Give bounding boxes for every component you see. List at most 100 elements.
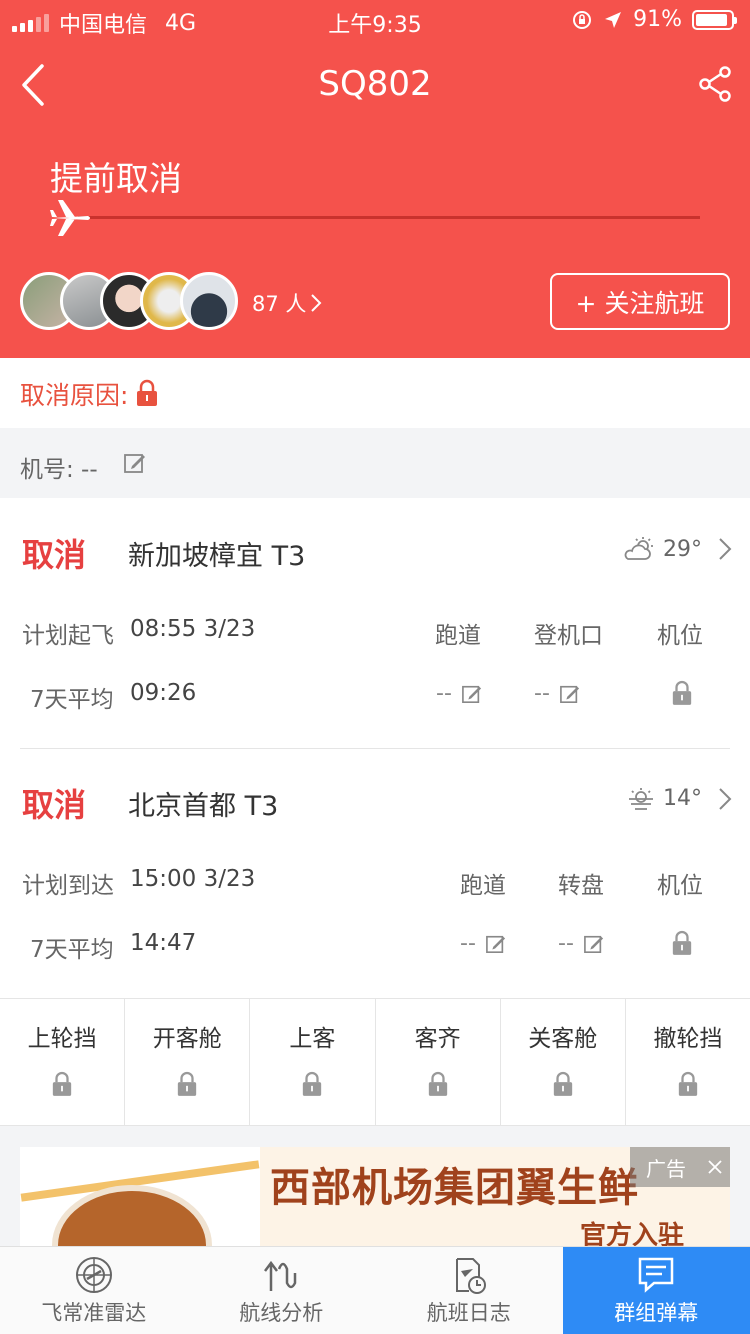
- step-label: 关客舱: [528, 1026, 598, 1052]
- flight-header: 中国电信 4G 上午9:35 91% SQ802 提前取消 87 人 + 关注航…: [0, 0, 750, 358]
- arrival-avg-time: 14:47: [130, 930, 197, 956]
- follower-avatars[interactable]: [20, 272, 240, 332]
- edit-icon: [559, 685, 579, 703]
- cancel-reason-label: 取消原因:: [20, 381, 129, 410]
- departure-stand-head: 机位: [657, 623, 703, 649]
- departure-avg-label: 7天平均: [30, 687, 114, 713]
- flight-progress: [48, 196, 700, 240]
- radar-icon: [75, 1257, 112, 1293]
- ad-tag: 广告: [630, 1147, 730, 1187]
- arrival-runway-value[interactable]: --: [460, 931, 506, 956]
- arrival-carousel-value[interactable]: --: [558, 931, 604, 956]
- status-bar: 中国电信 4G 上午9:35 91%: [0, 0, 750, 40]
- step-boarding-complete[interactable]: 客齐: [376, 999, 501, 1125]
- tab-label: 飞常准雷达: [41, 1301, 147, 1325]
- arrival-carousel-head: 转盘: [558, 873, 604, 899]
- step-label: 客齐: [414, 1026, 461, 1052]
- follower-count[interactable]: 87 人: [252, 288, 322, 318]
- ad-title: 西部机场集团翼生鲜: [270, 1165, 639, 1211]
- lock-icon: [52, 1071, 72, 1096]
- step-label: 撤轮挡: [653, 1026, 723, 1052]
- flight-status-text: 提前取消: [50, 159, 182, 198]
- lock-icon: [428, 1071, 447, 1096]
- tab-route-analysis[interactable]: 航线分析: [188, 1247, 376, 1334]
- arrival-airport[interactable]: 北京首都 T3: [128, 784, 278, 823]
- airport-details: 取消 新加坡樟宜 T3 29° 计划起飞 08:55 3/23 跑道 登机口 机…: [0, 498, 750, 998]
- arrival-avg-label: 7天平均: [30, 937, 114, 963]
- lock-icon: [678, 1071, 698, 1096]
- battery-icon: [692, 9, 737, 30]
- arrival-plan-time: 15:00 3/23: [130, 866, 256, 892]
- departure-airport[interactable]: 新加坡樟宜 T3: [128, 534, 305, 573]
- arrival-runway-text: --: [460, 931, 476, 956]
- tab-radar[interactable]: 飞常准雷达: [0, 1247, 188, 1334]
- lock-icon: [178, 1071, 197, 1096]
- departure-avg-time: 09:26: [130, 680, 197, 706]
- departure-plan-time: 08:55 3/23: [130, 616, 256, 642]
- chevron-right-icon: [311, 294, 322, 312]
- departure-temperature: 29°: [663, 536, 702, 562]
- chevron-right-icon: [719, 538, 732, 560]
- chevron-right-icon: [719, 787, 732, 810]
- edit-icon: [485, 935, 505, 953]
- step-open-cabin[interactable]: 开客舱: [125, 999, 251, 1125]
- departure-gate-text: --: [534, 681, 550, 706]
- arrival-plan-label: 计划到达: [22, 873, 114, 899]
- tab-label: 航线分析: [239, 1301, 324, 1325]
- haze-icon: [629, 787, 653, 810]
- tab-flight-log[interactable]: 航班日志: [375, 1247, 563, 1334]
- departure-status: 取消: [22, 536, 87, 574]
- aircraft-number-row: 机号: --: [0, 428, 750, 498]
- arrival-temperature: 14°: [663, 786, 702, 811]
- departure-gate-head: 登机口: [534, 623, 603, 649]
- close-icon[interactable]: [708, 1160, 722, 1174]
- location-arrow-icon: [605, 11, 622, 28]
- tab-label: 航班日志: [426, 1301, 511, 1325]
- ad-banner[interactable]: 西部机场集团翼生鲜 官方入驻: [20, 1147, 730, 1247]
- route-icon: [264, 1260, 297, 1291]
- progress-line: [78, 216, 700, 219]
- step-chocks-off[interactable]: 撤轮挡: [626, 999, 750, 1125]
- ad-image: [20, 1147, 260, 1247]
- lock-icon: [303, 1071, 322, 1096]
- arrival-status: 取消: [22, 786, 87, 824]
- arrival-runway-head: 跑道: [460, 873, 506, 899]
- edit-icon: [583, 935, 603, 953]
- bottom-tab-bar: 飞常准雷达 航线分析 航班日志 群组弹幕: [0, 1246, 750, 1334]
- departure-weather[interactable]: 29°: [623, 536, 732, 562]
- edit-icon: [461, 685, 481, 703]
- cancel-reason-row: 取消原因:: [0, 358, 750, 428]
- follower-count-text: 87 人: [252, 292, 307, 316]
- lock-icon[interactable]: [671, 680, 693, 706]
- departure-runway-value[interactable]: --: [436, 681, 482, 706]
- arrival-stand-head: 机位: [657, 873, 703, 899]
- tab-group-danmaku[interactable]: 群组弹幕: [562, 1247, 750, 1334]
- departure-runway-head: 跑道: [435, 623, 481, 649]
- lock-icon[interactable]: [135, 379, 159, 407]
- arrival-weather[interactable]: 14°: [627, 786, 732, 811]
- chat-bubble-icon: [639, 1257, 674, 1293]
- partly-cloudy-icon: [624, 537, 653, 560]
- follow-flight-button[interactable]: + 关注航班: [550, 273, 730, 330]
- departure-gate-value[interactable]: --: [534, 681, 580, 706]
- departure-plan-label: 计划起飞: [22, 623, 114, 649]
- departure-runway-text: --: [436, 681, 452, 706]
- airplane-icon: [50, 200, 90, 236]
- lock-icon[interactable]: [671, 930, 693, 956]
- arrival-carousel-text: --: [558, 931, 574, 956]
- edit-icon[interactable]: [124, 452, 146, 474]
- step-close-cabin[interactable]: 关客舱: [501, 999, 626, 1125]
- aircraft-number: 机号: --: [20, 457, 98, 483]
- step-boarding[interactable]: 上客: [250, 999, 376, 1125]
- share-icon[interactable]: [698, 66, 732, 102]
- ground-steps: 上轮挡 开客舱 上客 客齐 关客舱 撤轮挡: [0, 998, 750, 1126]
- ad-subtitle: 官方入驻: [580, 1221, 685, 1247]
- step-label: 上客: [289, 1026, 336, 1052]
- section-divider: [20, 748, 730, 749]
- log-icon: [455, 1258, 486, 1294]
- lock-icon: [553, 1071, 572, 1096]
- step-label: 上轮挡: [27, 1026, 97, 1052]
- step-chocks-on[interactable]: 上轮挡: [0, 999, 126, 1125]
- flight-number-title: SQ802: [318, 64, 432, 104]
- step-label: 开客舱: [152, 1026, 222, 1052]
